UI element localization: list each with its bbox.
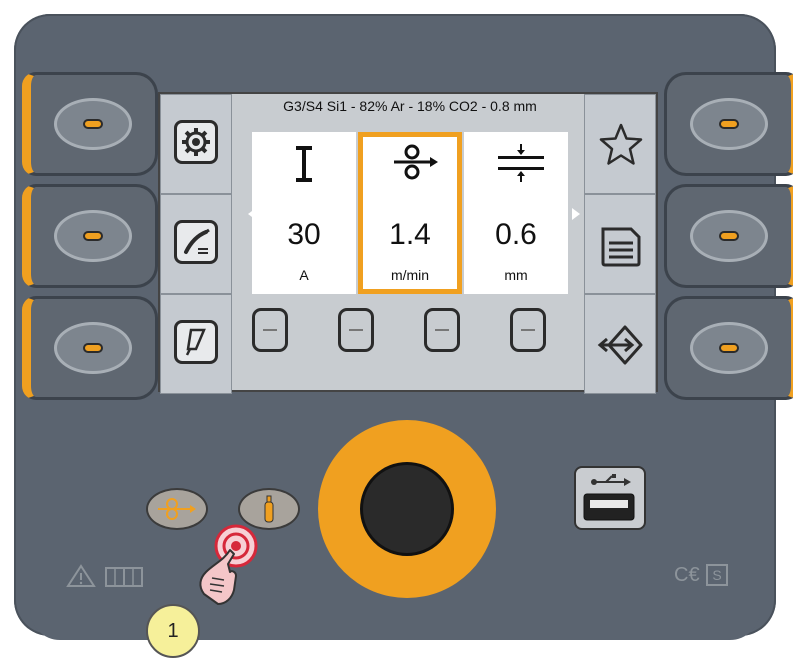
document-icon [601,227,641,267]
arc-edit-icon [174,320,218,364]
control-knob[interactable] [318,420,496,598]
right-button-2[interactable] [664,184,793,288]
softkey-document[interactable] [584,194,656,294]
manual-icon [105,567,143,587]
softkey-import-export[interactable] [584,294,656,394]
mini-button-2[interactable] [338,308,374,352]
button-indicator [83,231,103,241]
button-oval [690,322,768,374]
import-export-icon [597,325,643,365]
ce-mark: C€ [674,564,700,586]
button-indicator [719,231,739,241]
left-button-2[interactable] [22,184,158,288]
knob-center [360,462,454,556]
softkey-favorite[interactable] [584,94,656,194]
param-thickness[interactable]: 0.6 mm [464,132,568,294]
scroll-right-arrow-icon [572,208,580,220]
button-indicator [719,119,739,129]
button-indicator [83,119,103,129]
button-oval [690,210,768,262]
callout-marker: 1 [146,604,200,658]
panel-bottom-edge [30,600,760,640]
usb-port[interactable] [574,466,646,530]
softkey-torch[interactable] [160,194,232,294]
left-button-3[interactable] [22,296,158,400]
button-oval [54,98,132,150]
button-indicator [83,343,103,353]
usb-port-icon [583,474,635,521]
process-title: G3/S4 Si1 - 82% Ar - 18% CO2 - 0.8 mm [283,98,537,114]
press-hand-icon [199,524,258,605]
button-oval [54,322,132,374]
wire-speed-value: 1.4 [389,218,431,251]
param-wire-speed[interactable]: 1.4 m/min [358,132,462,294]
warning-icon [66,564,96,587]
softkey-arc-edit[interactable] [160,294,232,394]
s-mark-badge: S [706,564,728,586]
thickness-icon [498,144,544,182]
thickness-unit: mm [504,267,528,283]
mini-button-placeholder [349,329,363,331]
favorite-star-icon [599,123,643,165]
mini-button-placeholder [521,329,535,331]
settings-gear-icon [174,120,218,164]
wire-feed-icon [394,144,438,180]
button-oval [690,98,768,150]
mini-button-3[interactable] [424,308,460,352]
button-indicator [719,343,739,353]
current-unit: A [299,267,309,283]
button-oval [54,210,132,262]
mini-button-4[interactable] [510,308,546,352]
param-current[interactable]: 30 A [252,132,356,294]
wire-speed-unit: m/min [390,267,430,283]
mini-button-placeholder [435,329,449,331]
right-button-3[interactable] [664,296,793,400]
mini-button-placeholder [263,329,277,331]
right-button-1[interactable] [664,72,793,176]
mini-button-1[interactable] [252,308,288,352]
left-button-1[interactable] [22,72,158,176]
lcd-screen: G3/S4 Si1 - 82% Ar - 18% CO2 - 0.8 mm 30… [158,92,658,394]
torch-icon [174,220,218,264]
softkey-settings[interactable] [160,94,232,194]
current-value: 30 [287,218,321,251]
current-icon [296,146,312,182]
thickness-value: 0.6 [495,218,537,251]
